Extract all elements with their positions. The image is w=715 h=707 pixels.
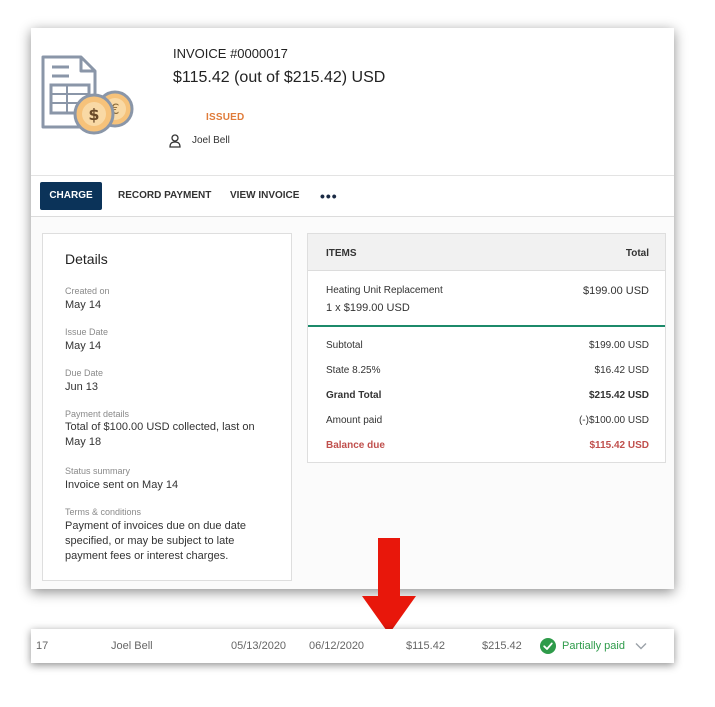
more-options-icon[interactable]: •••: [320, 182, 338, 210]
details-title: Details: [65, 251, 108, 267]
total-column-header: Total: [625, 248, 649, 259]
issue-date-label: Issue Date: [65, 327, 109, 337]
line-item-total: $199.00 USD: [582, 285, 649, 297]
details-panel: Details Created on May 14 Issue Date May…: [42, 233, 292, 581]
items-column-header: ITEMS: [326, 248, 357, 259]
subtotal-value: $199.00 USD: [588, 340, 649, 351]
red-arrow-down-icon: [362, 538, 416, 634]
customer-name[interactable]: Joel Bell: [192, 135, 230, 146]
row-total: $215.42: [482, 640, 522, 652]
subtotal-label: Subtotal: [326, 340, 363, 351]
terms-label: Terms & conditions: [65, 507, 142, 517]
invoice-header: € $ INVOICE #0000017 $115.42 (out of $21…: [31, 28, 674, 175]
items-panel: ITEMS Total Heating Unit Replacement 1 x…: [307, 233, 666, 463]
row-status: Partially paid: [562, 640, 625, 652]
due-date-label: Due Date: [65, 368, 104, 378]
payment-details-value: Total of $100.00 USD collected, last on …: [65, 421, 255, 448]
payment-details-label: Payment details: [65, 409, 130, 419]
created-value: May 14: [65, 299, 102, 311]
charge-button[interactable]: CHARGE: [40, 182, 102, 210]
amount-paid-value: (-)$100.00 USD: [578, 415, 649, 426]
items-table-header: ITEMS Total: [308, 234, 665, 271]
status-summary-label: Status summary: [65, 466, 131, 476]
balance-due-label: Balance due: [326, 440, 385, 451]
due-date-value: Jun 13: [65, 381, 99, 393]
check-circle-icon: [540, 638, 556, 654]
invoice-number: INVOICE #0000017: [173, 46, 288, 61]
row-invoice-number: 17: [36, 640, 49, 652]
invoice-coins-icon: € $: [41, 55, 134, 135]
line-item-quantity: 1 x $199.00 USD: [326, 302, 410, 314]
items-divider: [308, 325, 665, 327]
view-invoice-button[interactable]: VIEW INVOICE: [230, 182, 299, 210]
status-summary-value: Invoice sent on May 14: [65, 479, 179, 491]
invoice-card: € $ INVOICE #0000017 $115.42 (out of $21…: [31, 28, 674, 589]
tax-label: State 8.25%: [326, 365, 381, 376]
tax-value: $16.42 USD: [594, 365, 649, 376]
line-item-name: Heating Unit Replacement: [326, 285, 443, 296]
row-due-date: 06/12/2020: [309, 640, 365, 652]
row-customer: Joel Bell: [111, 640, 153, 652]
status-badge: ISSUED: [206, 112, 245, 123]
row-date: 05/13/2020: [231, 640, 287, 652]
person-icon: [169, 134, 181, 148]
row-balance: $115.42: [406, 640, 445, 652]
svg-text:$: $: [88, 105, 99, 124]
chevron-down-icon[interactable]: [635, 641, 647, 651]
record-payment-button[interactable]: RECORD PAYMENT: [118, 182, 211, 210]
grand-total-label: Grand Total: [326, 390, 382, 401]
terms-value: Payment of invoices due on due date spec…: [65, 520, 247, 562]
issue-date-value: May 14: [65, 340, 102, 352]
grand-total-value: $215.42 USD: [588, 390, 649, 401]
balance-due-value: $115.42 USD: [589, 440, 650, 451]
created-label: Created on: [65, 286, 110, 296]
action-bar: CHARGE RECORD PAYMENT VIEW INVOICE •••: [31, 175, 674, 217]
invoice-amount: $115.42 (out of $215.42) USD: [173, 69, 386, 86]
invoice-list-row[interactable]: 17 Joel Bell 05/13/2020 06/12/2020 $115.…: [31, 629, 674, 663]
amount-paid-label: Amount paid: [326, 415, 383, 426]
